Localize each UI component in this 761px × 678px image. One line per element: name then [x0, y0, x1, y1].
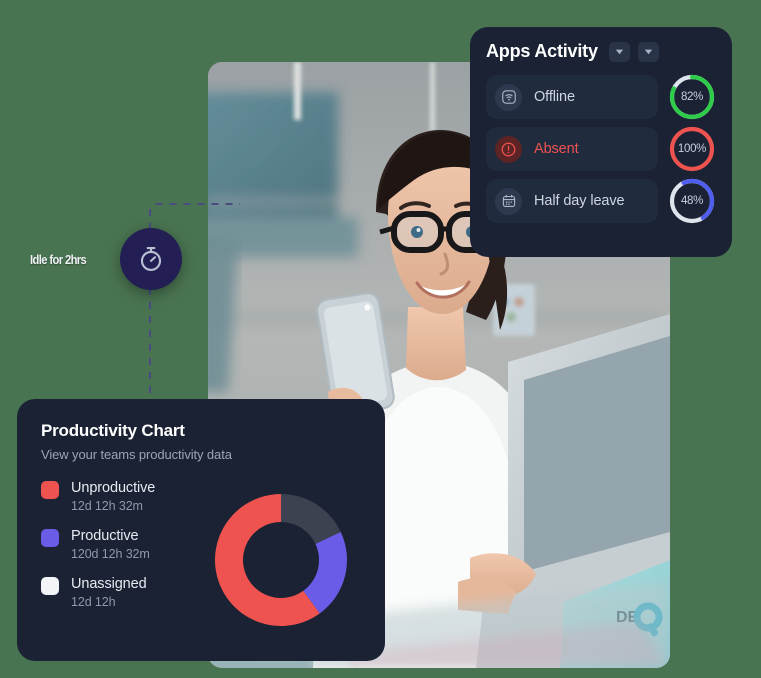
productivity-body: Unproductive 12d 12h 32m Productive 120d… [41, 480, 361, 636]
sort-dropdown-button[interactable] [608, 41, 630, 62]
progress-ring-half-day-leave: 48% [668, 177, 716, 225]
legend-item[interactable]: Productive 120d 12h 32m [41, 528, 201, 561]
legend-label: Unproductive [71, 480, 156, 496]
alert-circle-icon [501, 142, 516, 156]
wifi-off-icon [501, 90, 516, 104]
legend-label: Productive [71, 528, 139, 544]
productivity-title: Productivity Chart [41, 421, 185, 440]
activity-pill[interactable]: Half day leave [486, 179, 658, 223]
calendar-icon-wrap [495, 187, 522, 215]
activity-label: Half day leave [534, 193, 625, 209]
activity-label: Offline [534, 89, 575, 105]
legend-value: 12d 12h [71, 595, 116, 609]
legend-swatch-unproductive [41, 481, 59, 499]
legend-value: 12d 12h 32m [71, 499, 143, 513]
ring-percent-label: 100% [677, 143, 707, 155]
donut-chart [201, 480, 361, 636]
chevron-down-icon [644, 49, 652, 55]
activity-row-half-day-leave[interactable]: Half day leave 48% [486, 177, 716, 225]
legend-label: Unassigned [71, 576, 147, 592]
activity-row-absent[interactable]: Absent 100% [486, 125, 716, 173]
activity-pill[interactable]: Offline [486, 75, 658, 119]
alert-circle-icon-wrap [495, 135, 522, 163]
apps-activity-title: Apps Activity [486, 41, 598, 61]
chevron-down-icon [615, 49, 623, 55]
legend-swatch-unassigned [41, 577, 59, 595]
activity-row-offline[interactable]: Offline 82% [486, 73, 716, 121]
chart-legend: Unproductive 12d 12h 32m Productive 120d… [41, 480, 201, 636]
legend-value: 120d 12h 32m [71, 547, 150, 561]
apps-activity-card: Apps Activity Offline 82% Absent 100% Ha… [457, 14, 745, 270]
calendar-icon [502, 194, 515, 207]
legend-swatch-productive [41, 529, 59, 547]
progress-ring-offline: 82% [668, 73, 716, 121]
hero-composition: DE Idle for 2hrs Apps Activity [0, 0, 761, 678]
productivity-subtitle: View your teams productivity data [41, 447, 232, 462]
idle-badge[interactable] [120, 228, 182, 290]
ring-percent-label: 82% [680, 91, 704, 103]
ring-percent-label: 48% [680, 195, 704, 207]
idle-label: Idle for 2hrs [30, 252, 87, 267]
progress-ring-absent: 100% [668, 125, 716, 173]
legend-texts: Productive 120d 12h 32m [71, 528, 150, 561]
legend-texts: Unassigned 12d 12h [71, 576, 147, 609]
apps-activity-header: Apps Activity [486, 41, 716, 62]
productivity-chart-card: Productivity Chart View your teams produ… [4, 386, 398, 674]
legend-item[interactable]: Unassigned 12d 12h [41, 576, 201, 609]
wifi-off-icon-wrap [495, 83, 522, 111]
activity-label: Absent [534, 141, 579, 157]
activity-pill[interactable]: Absent [486, 127, 658, 171]
donut-graphic [215, 494, 347, 626]
filter-dropdown-button[interactable] [637, 41, 659, 62]
stopwatch-icon [140, 246, 162, 271]
legend-texts: Unproductive 12d 12h 32m [71, 480, 155, 513]
legend-item[interactable]: Unproductive 12d 12h 32m [41, 480, 201, 513]
